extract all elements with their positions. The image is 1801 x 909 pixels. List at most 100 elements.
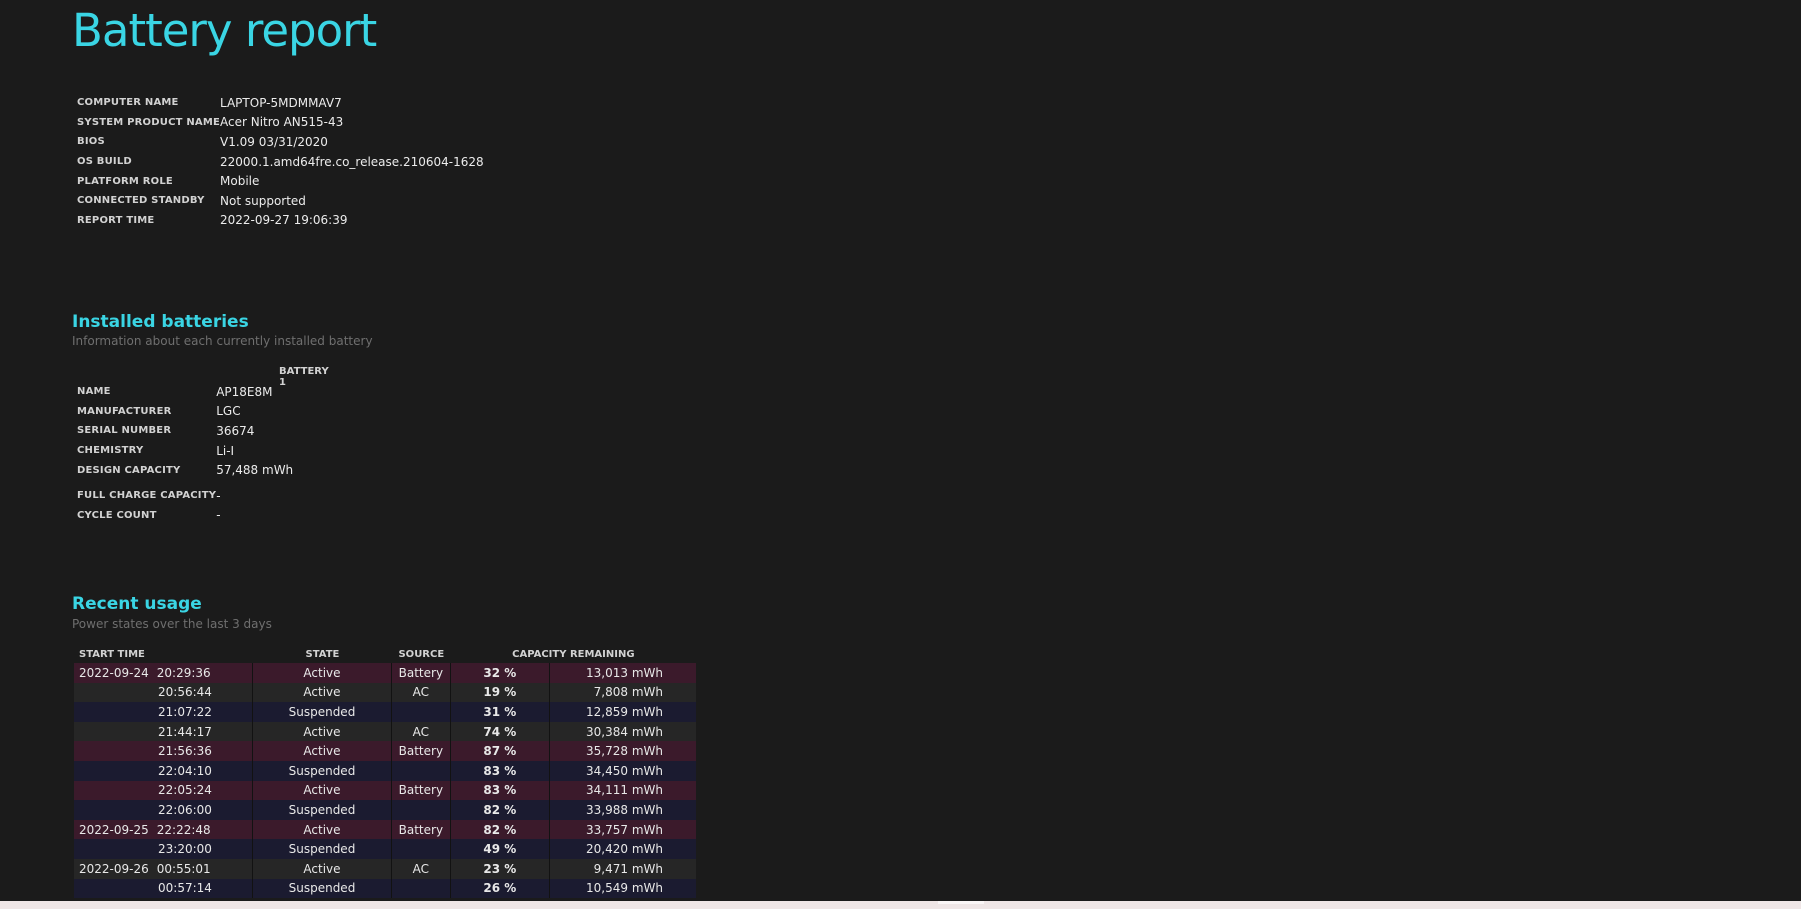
column-header-start-time: START TIME <box>79 648 145 660</box>
battery-info-value: 36674 <box>216 423 255 438</box>
system-info-label: SYSTEM PRODUCT NAME <box>77 116 221 128</box>
installed-batteries-subtitle: Information about each currently install… <box>72 334 373 348</box>
usage-date: 2022-09-26 <box>79 861 149 876</box>
usage-capacity-percent: 74 % <box>450 721 550 742</box>
usage-source: Battery <box>392 780 451 801</box>
usage-state: Active <box>252 741 393 761</box>
system-info-value: Acer Nitro AN515-43 <box>220 115 344 130</box>
usage-source: Battery <box>392 741 451 761</box>
battery-info-label: MANUFACTURER <box>77 405 172 417</box>
usage-row: 22:05:24 Active Battery 83 % 34,111 mWh <box>74 780 696 801</box>
usage-capacity-percent: 82 % <box>450 800 550 820</box>
usage-source <box>392 800 451 820</box>
battery-info-label: CHEMISTRY <box>77 445 144 457</box>
system-info-value: V1.09 03/31/2020 <box>220 134 328 149</box>
battery-info-value: Li-I <box>216 443 235 458</box>
usage-time: 22:05:24 <box>158 783 212 798</box>
usage-row: 21:44:17 Active AC 74 % 30,384 mWh <box>74 721 696 742</box>
usage-time: 21:56:36 <box>158 744 212 759</box>
usage-state: Suspended <box>252 760 393 781</box>
usage-capacity-mwh: 34,450 mWh <box>549 760 696 781</box>
installed-batteries-title: Installed batteries <box>72 312 249 332</box>
usage-source: Battery <box>392 663 451 683</box>
usage-source <box>392 878 451 899</box>
usage-capacity-percent: 32 % <box>450 663 550 683</box>
battery-info-value: AP18E8M <box>216 384 273 399</box>
usage-capacity-percent: 49 % <box>450 839 550 859</box>
usage-source: AC <box>392 721 451 742</box>
usage-source: AC <box>392 682 451 703</box>
usage-source <box>392 760 451 781</box>
usage-state: Suspended <box>252 878 393 899</box>
usage-state: Active <box>252 819 393 840</box>
system-info-row: OS BUILD 22000.1.amd64fre.co_release.2106… <box>77 152 484 172</box>
usage-capacity-mwh: 30,384 mWh <box>549 721 696 742</box>
usage-time: 21:44:17 <box>158 724 212 739</box>
usage-capacity-percent: 83 % <box>450 760 550 781</box>
usage-state: Active <box>252 721 393 742</box>
battery-info-row: CYCLE COUNT - <box>77 506 293 526</box>
usage-start-time: 22:06:00 <box>74 800 253 820</box>
system-info-table: COMPUTER NAME LAPTOP-5MDMMAV7 SYSTEM PRODU… <box>77 93 484 230</box>
system-info-label: PLATFORM ROLE <box>77 175 173 187</box>
usage-capacity-mwh: 7,808 mWh <box>549 682 696 703</box>
usage-row: 21:07:22 Suspended 31 % 12,859 mWh <box>74 702 696 722</box>
system-info-value: Not supported <box>220 193 306 208</box>
usage-capacity-percent: 23 % <box>450 858 550 879</box>
usage-row: 2022-09-25 22:22:48 Active Battery 82 % 33,75… <box>74 819 696 840</box>
system-info-row: CONNECTED STANDBY Not supported <box>77 191 484 211</box>
usage-time: 22:06:00 <box>158 802 212 817</box>
battery-info-value: - <box>216 488 221 503</box>
usage-time: 22:22:48 <box>156 822 211 837</box>
usage-start-time: 2022-09-25 22:22:48 <box>74 819 253 840</box>
recent-usage-title: Recent usage <box>72 594 202 614</box>
usage-capacity-mwh: 33,757 mWh <box>549 819 696 840</box>
usage-source: Battery <box>392 819 451 840</box>
usage-date: 2022-09-24 <box>79 665 149 680</box>
system-info-row: COMPUTER NAME LAPTOP-5MDMMAV7 <box>77 93 484 113</box>
battery-info-row: FULL CHARGE CAPACITY - <box>77 480 293 506</box>
recent-usage-header-row: START TIME STATE SOURCE CAPACITY REMAINI… <box>74 645 696 663</box>
usage-start-time: 22:05:24 <box>74 780 253 801</box>
column-header-state: STATE <box>305 648 340 660</box>
usage-time: 21:07:22 <box>158 704 212 719</box>
usage-start-time: 21:56:36 <box>74 741 253 761</box>
usage-capacity-percent: 31 % <box>450 702 550 722</box>
usage-capacity-mwh: 20,420 mWh <box>549 839 696 859</box>
battery-info-row: DESIGN CAPACITY 57,488 mWh <box>77 460 293 480</box>
usage-start-time: 21:44:17 <box>74 721 253 742</box>
usage-time: 22:04:10 <box>158 763 212 778</box>
usage-capacity-mwh: 12,859 mWh <box>549 702 696 722</box>
usage-start-time: 21:07:22 <box>74 702 253 722</box>
usage-state: Active <box>252 858 393 879</box>
usage-row: 00:57:14 Suspended 26 % 10,549 mWh <box>74 878 696 899</box>
usage-start-time: 00:57:14 <box>74 878 253 899</box>
usage-source: AC <box>392 858 451 879</box>
usage-capacity-percent: 87 % <box>450 741 550 761</box>
usage-row: 2022-09-26 00:55:01 Active AC 23 % 9,471 mWh <box>74 858 696 879</box>
battery-info-label: SERIAL NUMBER <box>77 425 172 437</box>
bottom-tab-indicator <box>938 901 984 904</box>
battery-info-row: NAME AP18E8M <box>77 382 293 402</box>
system-info-label: COMPUTER NAME <box>77 97 179 109</box>
usage-capacity-percent: 19 % <box>450 682 550 703</box>
usage-start-time: 20:56:44 <box>74 682 253 703</box>
battery-info-label: FULL CHARGE CAPACITY <box>77 490 217 502</box>
battery-info-row: SERIAL NUMBER 36674 <box>77 421 293 441</box>
usage-state: Active <box>252 663 393 683</box>
usage-row: 2022-09-24 20:29:36 Active Battery 32 % 13,01… <box>74 663 696 683</box>
usage-capacity-mwh: 33,988 mWh <box>549 800 696 820</box>
system-info-row: PLATFORM ROLE Mobile <box>77 171 484 191</box>
usage-row: 21:56:36 Active Battery 87 % 35,728 mWh <box>74 741 696 761</box>
system-info-row: REPORT TIME 2022-09-27 19:06:39 <box>77 211 484 231</box>
system-info-value: Mobile <box>220 174 260 189</box>
battery-info-value: 57,488 mWh <box>216 463 294 478</box>
battery-info-label: NAME <box>77 386 111 398</box>
usage-state: Active <box>252 780 393 801</box>
battery-info-value: LGC <box>216 404 241 419</box>
usage-capacity-mwh: 10,549 mWh <box>549 878 696 899</box>
usage-start-time: 2022-09-24 20:29:36 <box>74 663 253 683</box>
column-header-capacity-remaining: CAPACITY REMAINING <box>512 648 635 660</box>
usage-state: Suspended <box>252 800 393 820</box>
usage-source <box>392 702 451 722</box>
